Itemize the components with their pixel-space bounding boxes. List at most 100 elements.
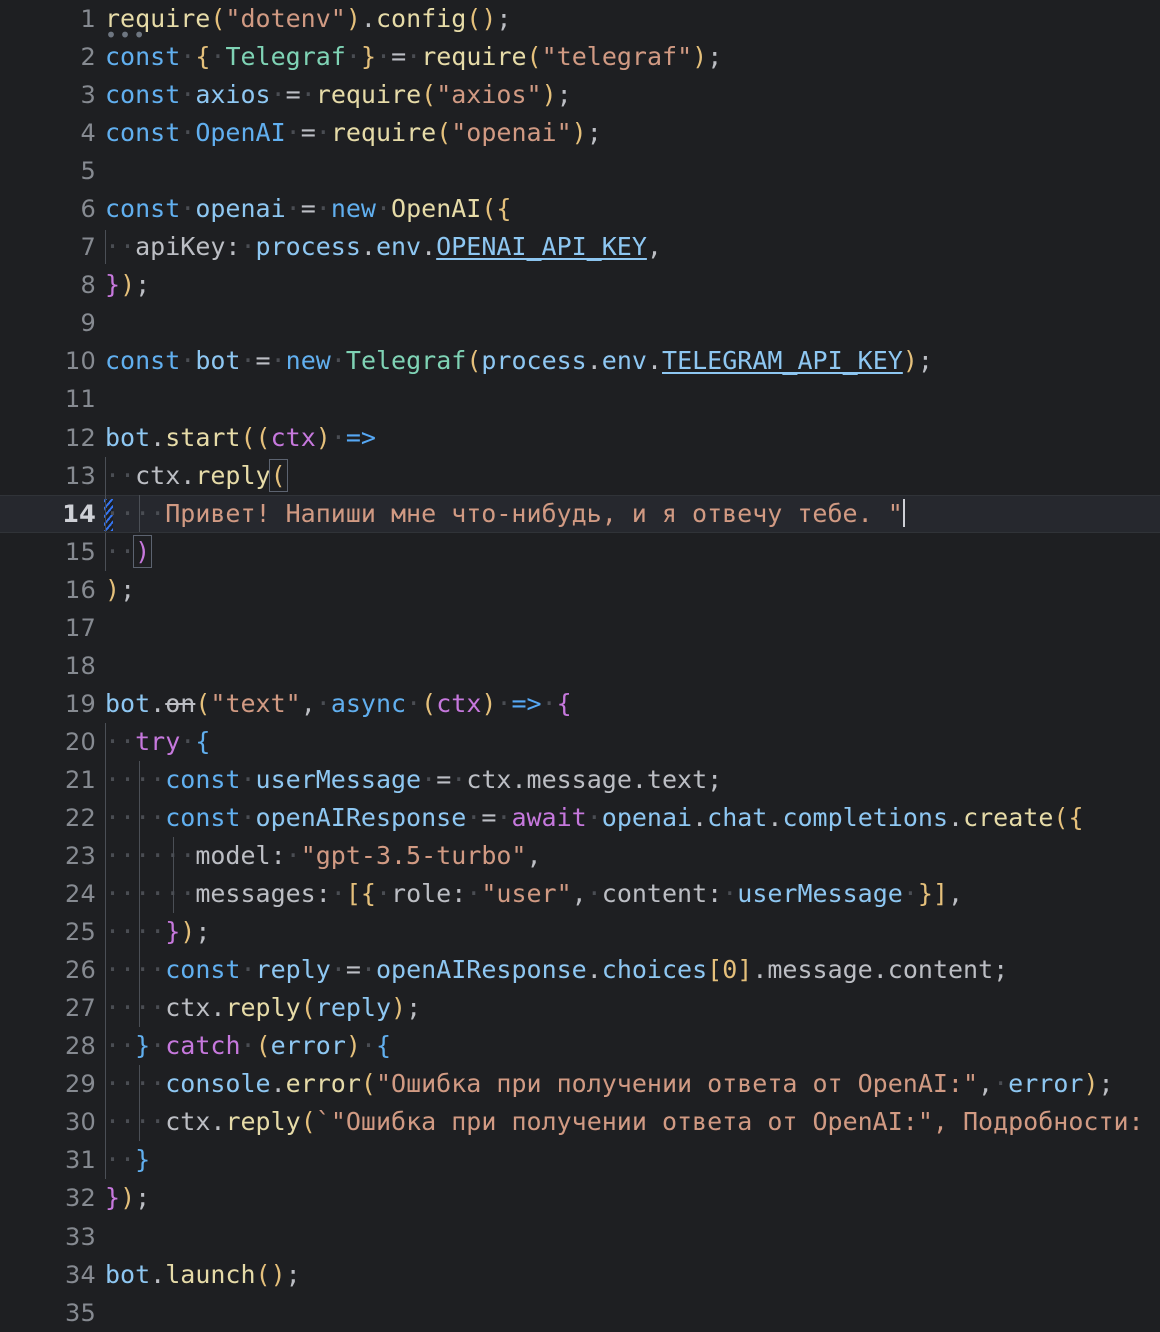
code-line[interactable]: 1 require("dotenv").config(); ••• (0, 0, 1160, 45)
line-content[interactable]: const·openai·=·new·OpenAI({ (96, 190, 1160, 228)
line-content[interactable]: ····ctx.reply(`"Ошибка при получении отв… (96, 1103, 1160, 1142)
line-content[interactable]: }); (96, 1179, 1160, 1217)
code-line[interactable]: 10 const·bot·=·new·Telegraf(process.env.… (0, 342, 1160, 380)
code-line[interactable]: 23 ······model:·"gpt-3.5-turbo", (0, 837, 1160, 876)
deprecated-method[interactable]: on (165, 689, 195, 718)
line-number: 8 (80, 271, 96, 300)
code-line[interactable]: 31 ··} (0, 1141, 1160, 1180)
code-line[interactable]: 24 ······messages:·[{·role:·"user",·cont… (0, 875, 1160, 914)
indent-guide (105, 1027, 106, 1066)
code-line[interactable]: 9 (0, 304, 1160, 342)
code-line[interactable]: 26 ····const·reply·=·openAIResponse.choi… (0, 951, 1160, 990)
code-line[interactable]: 3 const·axios·=·require("axios"); (0, 76, 1160, 114)
line-content[interactable]: const·{·Telegraf·}·=·require("telegraf")… (96, 38, 1160, 76)
code-line[interactable]: 17 (0, 609, 1160, 647)
line-content[interactable]: }); (96, 266, 1160, 304)
line-content[interactable]: ··}·catch·(error)·{ (96, 1027, 1160, 1066)
greeting-string[interactable]: Привет! Напиши мне что-нибудь, и я отвеч… (165, 499, 887, 528)
code-line[interactable]: 18 (0, 647, 1160, 685)
line-number: 26 (65, 956, 96, 985)
line-content[interactable]: require("dotenv").config(); (96, 0, 1160, 38)
code-line[interactable]: 35 (0, 1294, 1160, 1332)
indent-guide (173, 875, 174, 914)
indent-guide (105, 875, 106, 914)
code-line[interactable]: 11 (0, 380, 1160, 418)
line-content[interactable]: ··} (96, 1141, 1160, 1180)
line-content[interactable]: ····}); (96, 913, 1160, 952)
line-number: 5 (80, 157, 96, 186)
line-content[interactable]: ··apiKey:·process.env.OPENAI_API_KEY, (96, 228, 1160, 266)
code-line[interactable]: 12 bot.start((ctx)·=> (0, 419, 1160, 457)
code-line[interactable]: 33 (0, 1218, 1160, 1256)
indent-guide (139, 875, 140, 914)
indent-guide (139, 760, 140, 799)
line-number: 35 (65, 1298, 96, 1327)
line-content[interactable]: ····const·reply·=·openAIResponse.choices… (96, 951, 1160, 990)
code-line[interactable]: 13 ··ctx.reply( (0, 456, 1160, 495)
line-content[interactable]: ··try·{ (96, 722, 1160, 761)
line-number: 31 (65, 1146, 96, 1175)
code-line[interactable]: 22 ····const·openAIResponse·=·await·open… (0, 799, 1160, 837)
line-content[interactable]: const·bot·=·new·Telegraf(process.env.TEL… (96, 342, 1160, 380)
line-content[interactable]: ····ctx.reply(reply); (96, 989, 1160, 1028)
line-content[interactable]: ··) (96, 532, 1160, 571)
code-line[interactable]: 29 ····console.error("Ошибка при получен… (0, 1065, 1160, 1104)
code-line[interactable]: 27 ····ctx.reply(reply); (0, 989, 1160, 1028)
indent-guide (105, 494, 106, 532)
indent-guide (139, 1103, 140, 1142)
indent-guide (105, 913, 106, 952)
indent-guide (173, 837, 174, 876)
code-line[interactable]: 19 bot.on("text",·async·(ctx)·=>·{ (0, 685, 1160, 723)
indent-guide (105, 951, 106, 990)
line-content[interactable]: ······model:·"gpt-3.5-turbo", (96, 837, 1160, 876)
indent-guide (105, 1065, 106, 1104)
code-line[interactable]: 8 }); (0, 266, 1160, 304)
line-number: 9 (80, 309, 96, 338)
line-number: 32 (65, 1184, 96, 1213)
line-content[interactable]: ··ctx.reply( (96, 456, 1160, 495)
line-content[interactable]: ····const·openAIResponse·=·await·openai.… (96, 799, 1160, 837)
code-line[interactable]: 30 ····ctx.reply(`"Ошибка при получении … (0, 1103, 1160, 1142)
line-content[interactable]: ······messages:·[{·role:·"user",·content… (96, 875, 1160, 914)
indent-guide (139, 1065, 140, 1104)
line-number: 17 (65, 613, 96, 642)
error-console-string[interactable]: Ошибка при получении ответа от OpenAI: (391, 1069, 963, 1098)
indent-guide (139, 494, 140, 532)
code-line-active[interactable]: 14 ····Привет! Напиши мне что-нибудь, и … (0, 494, 1160, 533)
code-line[interactable]: 7 ··apiKey:·process.env.OPENAI_API_KEY, (0, 228, 1160, 266)
line-content[interactable]: ····const·userMessage·=·ctx.message.text… (96, 760, 1160, 799)
line-content[interactable]: const·OpenAI·=·require("openai"); (96, 114, 1160, 152)
line-content[interactable]: ····console.error("Ошибка при получении … (96, 1065, 1160, 1104)
line-content[interactable]: bot.on("text",·async·(ctx)·=>·{ (96, 685, 1160, 723)
code-line[interactable]: 32 }); (0, 1179, 1160, 1217)
line-number: 20 (65, 727, 96, 756)
code-line[interactable]: 28 ··}·catch·(error)·{ (0, 1027, 1160, 1066)
error-reply-template-string[interactable]: "Ошибка при получении ответа от OpenAI:"… (331, 1107, 1159, 1136)
line-number: 18 (65, 651, 96, 680)
line-content[interactable]: const·axios·=·require("axios"); (96, 76, 1160, 114)
code-line[interactable]: 5 (0, 152, 1160, 190)
line-content[interactable]: ····Привет! Напиши мне что-нибудь, и я о… (96, 494, 1160, 533)
line-number: 30 (65, 1108, 96, 1137)
line-number: 28 (65, 1032, 96, 1061)
line-number: 22 (65, 804, 96, 832)
line-content[interactable]: ); (96, 571, 1160, 609)
indent-guide (105, 989, 106, 1028)
line-content[interactable]: bot.start((ctx)·=> (96, 419, 1160, 457)
code-line[interactable]: 25 ····}); (0, 913, 1160, 952)
code-line[interactable]: 2 const·{·Telegraf·}·=·require("telegraf… (0, 38, 1160, 76)
line-number: 10 (65, 347, 96, 376)
code-line[interactable]: 16 ); (0, 571, 1160, 609)
code-editor[interactable]: 1 require("dotenv").config(); ••• 2 cons… (0, 0, 1160, 1332)
line-number: 33 (65, 1222, 96, 1251)
text-caret (902, 498, 905, 527)
code-line[interactable]: 4 const·OpenAI·=·require("openai"); (0, 114, 1160, 152)
model-name-string[interactable]: gpt-3.5-turbo (316, 841, 512, 870)
code-line[interactable]: 20 ··try·{ (0, 722, 1160, 761)
code-line[interactable]: 21 ····const·userMessage·=·ctx.message.t… (0, 760, 1160, 799)
line-content[interactable]: bot.launch(); (96, 1256, 1160, 1294)
code-line[interactable]: 6 const·openai·=·new·OpenAI({ (0, 190, 1160, 228)
code-line[interactable]: 34 bot.launch(); (0, 1256, 1160, 1294)
code-line[interactable]: 15 ··) (0, 532, 1160, 571)
indent-guide (105, 532, 106, 571)
